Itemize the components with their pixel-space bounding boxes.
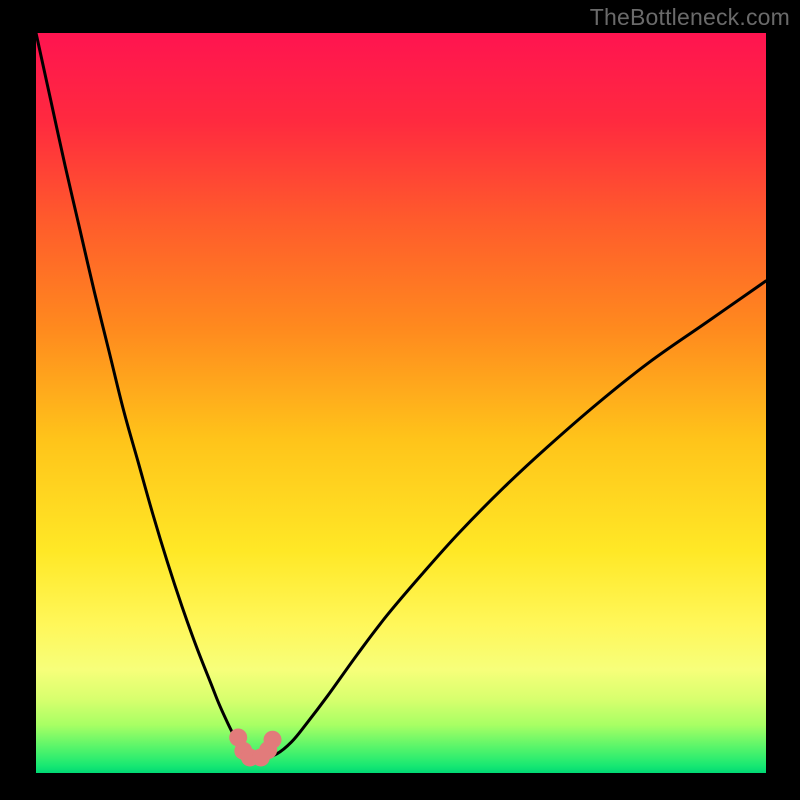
frame-border — [766, 0, 800, 800]
chart-svg — [0, 0, 800, 800]
frame-border — [0, 0, 36, 800]
plot-background — [36, 33, 766, 773]
curve-marker — [264, 731, 282, 749]
watermark-text: TheBottleneck.com — [590, 4, 790, 31]
frame-border — [0, 773, 800, 800]
chart-frame: TheBottleneck.com — [0, 0, 800, 800]
